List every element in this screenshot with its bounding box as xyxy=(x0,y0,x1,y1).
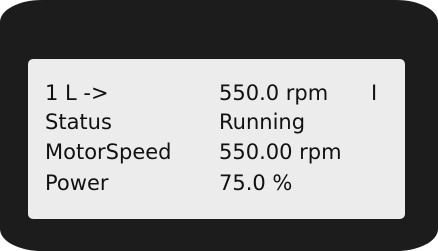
parameter-label: MotorSpeed xyxy=(45,140,172,164)
control-panel-bezel: 1 L -> 550.0 rpm I Status Running MotorS… xyxy=(0,0,438,251)
display-header-row: 1 L -> 550.0 rpm I xyxy=(45,79,395,107)
speed-reference-value: 550.0 rpm xyxy=(219,81,329,105)
run-state-indicator: I xyxy=(371,81,378,105)
parameter-label: Power xyxy=(45,171,109,195)
parameter-row-status: Status Running xyxy=(45,108,395,136)
parameter-value: Running xyxy=(219,110,306,134)
control-location-label: 1 L -> xyxy=(45,81,109,105)
parameter-row-power: Power 75.0 % xyxy=(45,169,395,197)
parameter-value: 75.0 % xyxy=(219,171,293,195)
parameter-value: 550.00 rpm xyxy=(219,140,342,164)
parameter-label: Status xyxy=(45,110,112,134)
lcd-display: 1 L -> 550.0 rpm I Status Running MotorS… xyxy=(28,59,405,219)
parameter-row-motorspeed: MotorSpeed 550.00 rpm xyxy=(45,138,395,166)
